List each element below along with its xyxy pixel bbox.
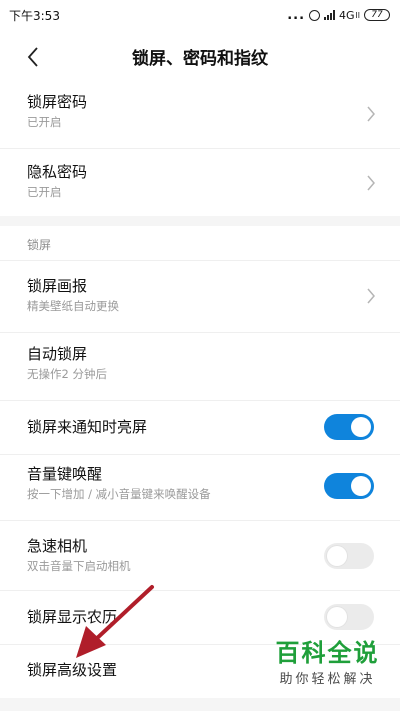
- row-lunar-calendar: 锁屏显示农历: [0, 604, 400, 634]
- screen: 下午3:53 ... 4G ll 77 锁屏、密码和指纹 锁屏密码 已开启 隐私…: [0, 0, 400, 711]
- row-volume-wake: 音量键唤醒 按一下增加 / 减小音量键来唤醒设备: [0, 464, 400, 516]
- chevron-left-icon: [27, 47, 38, 67]
- row-lock-wallpaper[interactable]: 锁屏画报 精美壁纸自动更换: [0, 276, 400, 332]
- divider: [0, 148, 400, 149]
- row-lock-password[interactable]: 锁屏密码 已开启: [0, 92, 400, 148]
- notification-dots: ...: [287, 7, 306, 23]
- title-bar: 锁屏、密码和指纹: [0, 30, 400, 82]
- row-privacy-password[interactable]: 隐私密码 已开启: [0, 162, 400, 214]
- row-subtitle: 已开启: [27, 185, 62, 199]
- divider: [0, 332, 400, 333]
- row-subtitle: 已开启: [27, 115, 62, 129]
- row-subtitle: 双击音量下启动相机: [27, 559, 131, 573]
- divider: [0, 520, 400, 521]
- network-type: 4G: [339, 8, 355, 22]
- toggle-knob: [327, 607, 347, 627]
- divider: [0, 454, 400, 455]
- divider: [0, 400, 400, 401]
- watermark-title: 百科全说: [275, 639, 380, 667]
- battery-icon: 77: [364, 9, 390, 21]
- toggle-knob: [327, 546, 347, 566]
- lunar-calendar-toggle[interactable]: [324, 604, 374, 630]
- alarm-icon: [309, 9, 321, 21]
- signal-icon: [324, 10, 336, 20]
- row-quick-camera: 急速相机 双击音量下启动相机: [0, 536, 400, 588]
- toggle-knob: [351, 476, 371, 496]
- battery-level: 77: [371, 9, 383, 20]
- row-subtitle: 精美壁纸自动更换: [27, 299, 119, 313]
- volume-wake-toggle[interactable]: [324, 473, 374, 499]
- chevron-right-icon: [367, 288, 375, 304]
- row-title: 隐私密码: [27, 163, 88, 181]
- watermark-slogan: 助你轻松解决: [279, 672, 376, 687]
- status-time: 下午3:53: [9, 8, 60, 23]
- bottom-gap: [0, 698, 400, 711]
- row-title: 锁屏画报: [27, 277, 88, 295]
- network-suffix: ll: [355, 10, 360, 20]
- watermark-logo: 百科全说 助你轻松解决: [265, 633, 390, 687]
- back-button[interactable]: [18, 42, 48, 72]
- row-subtitle: 无操作2 分钟后: [27, 367, 107, 381]
- chevron-right-icon: [367, 106, 375, 122]
- divider: [0, 590, 400, 591]
- page-title: 锁屏、密码和指纹: [132, 48, 268, 69]
- section-label: 锁屏: [27, 238, 52, 252]
- chevron-right-icon: [367, 175, 375, 191]
- row-notification-wake: 锁屏来通知时亮屏: [0, 414, 400, 450]
- status-bar: 下午3:53 ... 4G ll 77: [0, 0, 400, 30]
- row-title: 锁屏密码: [27, 93, 88, 111]
- row-auto-lock[interactable]: 自动锁屏 无操作2 分钟后: [0, 344, 400, 400]
- divider: [0, 260, 400, 261]
- row-title: 自动锁屏: [27, 345, 88, 363]
- notification-wake-toggle[interactable]: [324, 414, 374, 440]
- section-gap: [0, 216, 400, 226]
- status-icons: ... 4G ll 77: [287, 8, 390, 23]
- toggle-knob: [351, 417, 371, 437]
- quick-camera-toggle[interactable]: [324, 543, 374, 569]
